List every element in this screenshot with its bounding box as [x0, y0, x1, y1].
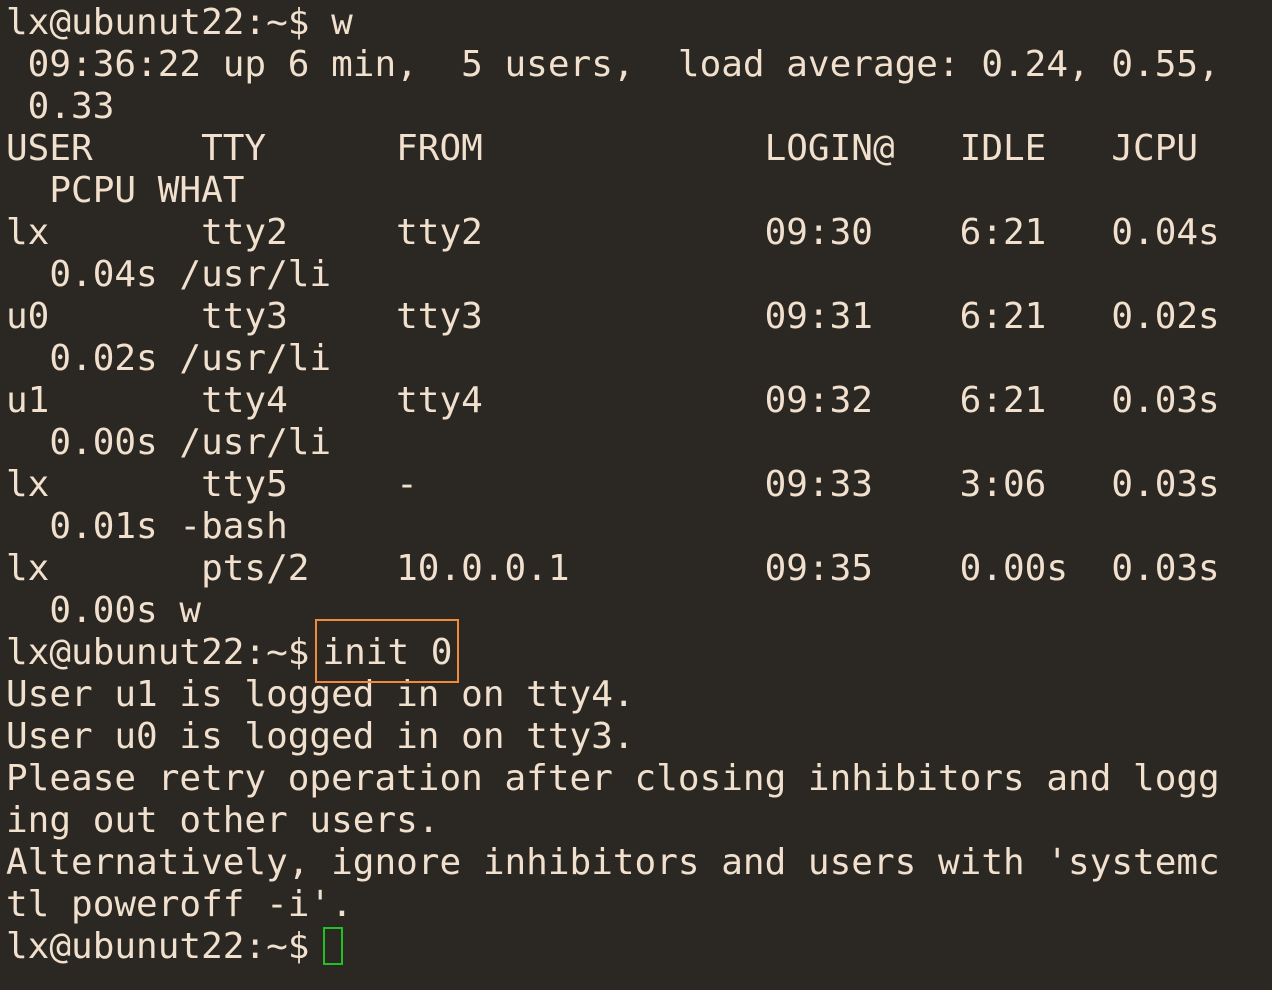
terminal-output-line: USER TTY FROM LOGIN@ IDLE JCPU	[6, 128, 1199, 169]
terminal-output-line: u1 tty4 tty4 09:32 6:21 0.03s	[6, 380, 1220, 421]
terminal-output-line: 0.00s /usr/li	[6, 422, 332, 463]
terminal-output-line: lx tty5 - 09:33 3:06 0.03s	[6, 464, 1220, 505]
terminal-output-line: 0.00s w	[6, 590, 202, 631]
terminal-output-line: User u1 is logged in on tty4.	[6, 674, 635, 715]
shell-prompt: lx@ubunut22:~$	[6, 632, 310, 673]
terminal-output-line: ing out other users.	[6, 800, 440, 841]
terminal-output-line: PCPU WHAT	[6, 170, 245, 211]
command-text: init 0	[322, 632, 453, 673]
shell-prompt: lx@ubunut22:~$	[6, 2, 310, 43]
terminal-output-line: User u0 is logged in on tty3.	[6, 716, 635, 757]
text-cursor[interactable]	[323, 927, 344, 965]
highlighted-command-box: init 0	[315, 619, 460, 683]
terminal-output-line: u0 tty3 tty3 09:31 6:21 0.02s	[6, 296, 1220, 337]
terminal-output-line: 0.02s /usr/li	[6, 338, 332, 379]
command-text: w	[331, 2, 353, 43]
terminal-output-line: Please retry operation after closing inh…	[6, 758, 1220, 799]
terminal-line: lx@ubunut22:~$ w	[6, 2, 1272, 44]
terminal-output-line: lx tty2 tty2 09:30 6:21 0.04s	[6, 212, 1220, 253]
terminal-input-line[interactable]: lx@ubunut22:~$	[6, 926, 1272, 968]
terminal-output-line: 09:36:22 up 6 min, 5 users, load average…	[6, 44, 1220, 85]
terminal-output-line: tl poweroff -i'.	[6, 884, 353, 925]
terminal-output-line: Alternatively, ignore inhibitors and use…	[6, 842, 1220, 883]
terminal-line: lx@ubunut22:~$ init 0	[6, 619, 1272, 683]
terminal-output-line: 0.01s -bash	[6, 506, 288, 547]
shell-prompt: lx@ubunut22:~$	[6, 926, 310, 967]
terminal-window[interactable]: lx@ubunut22:~$ w 09:36:22 up 6 min, 5 us…	[0, 0, 1272, 990]
terminal-output-line: 0.04s /usr/li	[6, 254, 332, 295]
terminal-output-line: 0.33	[6, 86, 115, 127]
terminal-output-line: lx pts/2 10.0.0.1 09:35 0.00s 0.03s	[6, 548, 1220, 589]
